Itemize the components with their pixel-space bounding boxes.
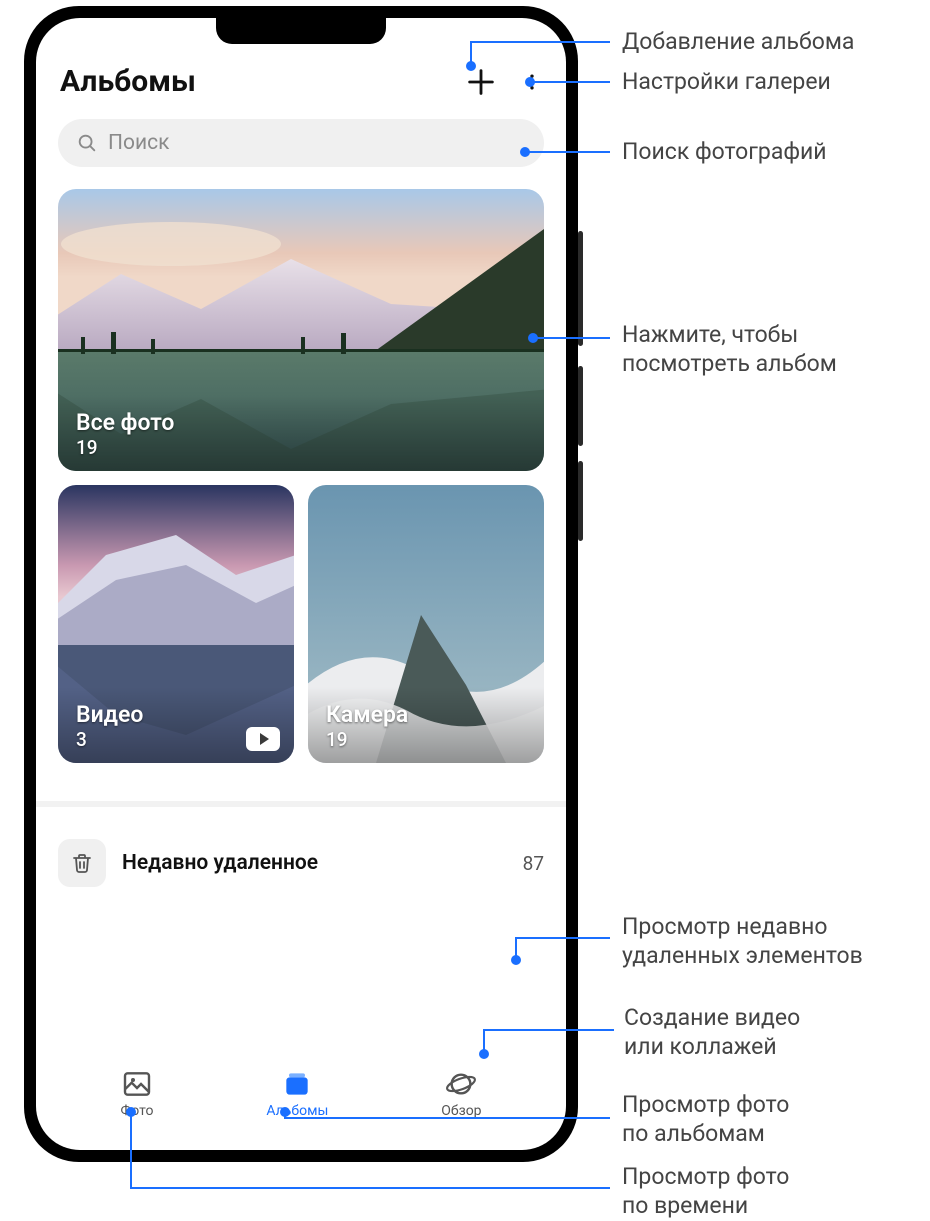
header-actions <box>464 65 542 99</box>
screen: Альбомы <box>36 18 566 1150</box>
album-count: 19 <box>76 436 526 459</box>
album-title: Камера <box>326 701 526 728</box>
callout-by-album: Просмотр фото по альбомам <box>622 1090 789 1149</box>
nav-photos[interactable]: Фото <box>120 1068 153 1119</box>
search-placeholder: Поиск <box>108 131 169 155</box>
recently-deleted-label: Недавно удаленное <box>122 851 507 875</box>
trash-icon <box>58 839 106 887</box>
nav-discover[interactable]: Обзор <box>441 1068 481 1119</box>
album-title: Видео <box>76 701 276 728</box>
album-all-photos[interactable]: Все фото 19 <box>58 189 544 471</box>
video-icon <box>246 727 280 751</box>
album-overlay: Видео 3 <box>58 687 294 763</box>
callout-open-album: Нажмите, чтобы посмотреть альбом <box>622 320 837 379</box>
phone-side-button <box>578 461 583 541</box>
plus-icon <box>464 65 498 99</box>
nav-label: Фото <box>120 1103 153 1119</box>
section-divider <box>36 801 566 807</box>
callout-search: Поиск фотографий <box>622 137 827 166</box>
phone-notch <box>216 18 386 44</box>
more-options-button[interactable] <box>522 65 542 99</box>
album-camera[interactable]: Камера 19 <box>308 485 544 763</box>
search-icon <box>76 132 98 154</box>
callout-deleted: Просмотр недавно удаленных элементов <box>622 912 863 971</box>
page-title: Альбомы <box>60 64 196 99</box>
search-bar-container: Поиск <box>36 105 566 173</box>
phone-side-button <box>578 231 583 346</box>
album-overlay: Камера 19 <box>308 687 544 763</box>
album-count: 19 <box>326 728 526 751</box>
albums-icon <box>281 1068 313 1100</box>
nav-albums[interactable]: Альбомы <box>266 1068 328 1119</box>
callout-add-album: Добавление альбома <box>622 27 854 56</box>
callout-create: Создание видео или коллажей <box>624 1003 800 1062</box>
recently-deleted-row[interactable]: Недавно удаленное 87 <box>58 821 544 905</box>
phone-side-button <box>578 366 583 446</box>
callout-by-time: Просмотр фото по времени <box>622 1162 789 1221</box>
more-vertical-icon <box>522 65 542 99</box>
nav-label: Альбомы <box>266 1103 328 1119</box>
planet-icon <box>445 1068 477 1100</box>
phone-frame: Альбомы <box>24 6 578 1162</box>
album-overlay: Все фото 19 <box>58 395 544 471</box>
album-videos[interactable]: Видео 3 <box>58 485 294 763</box>
recently-deleted-count: 87 <box>523 852 544 875</box>
albums-scroll[interactable]: Все фото 19 <box>36 173 566 1058</box>
album-title: Все фото <box>76 409 526 436</box>
add-album-button[interactable] <box>464 65 498 99</box>
nav-label: Обзор <box>441 1103 481 1119</box>
callout-settings: Настройки галереи <box>622 67 831 96</box>
search-input[interactable]: Поиск <box>58 119 544 167</box>
album-row: Видео 3 <box>58 485 544 763</box>
bottom-nav: Фото Альбомы Обзор <box>36 1058 566 1150</box>
photo-icon <box>121 1068 153 1100</box>
